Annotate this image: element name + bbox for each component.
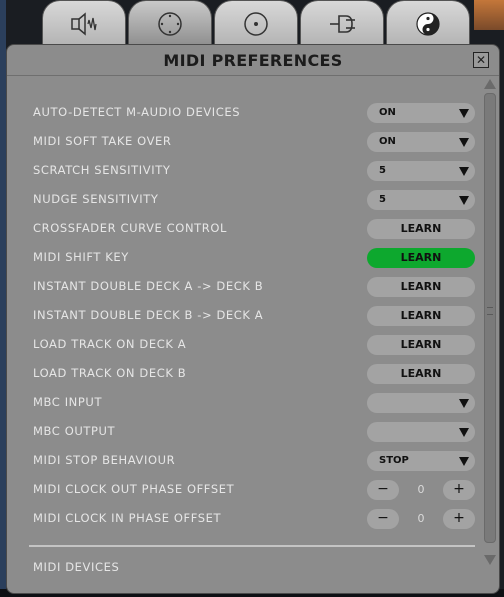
setting-label: MBC INPUT: [33, 395, 103, 409]
tab-deck[interactable]: [128, 0, 212, 46]
setting-row: MIDI STOP BEHAVIOUR STOP: [7, 447, 477, 476]
setting-row: AUTO-DETECT M-AUDIO DEVICES ON: [7, 99, 477, 128]
setting-row: NUDGE SENSITIVITY 5: [7, 186, 477, 215]
learn-button[interactable]: LEARN: [367, 335, 475, 355]
dropdown-arrow-icon: [459, 138, 469, 147]
close-button[interactable]: ✕: [473, 52, 489, 68]
tab-audio[interactable]: [42, 0, 126, 46]
setting-row: CROSSFADER CURVE CONTROL LEARN: [7, 215, 477, 244]
scroll-track[interactable]: [484, 93, 496, 543]
dropdown-value: ON: [379, 107, 396, 118]
setting-dropdown[interactable]: 5: [367, 161, 475, 181]
setting-row: MBC OUTPUT: [7, 418, 477, 447]
setting-row: MIDI CLOCK IN PHASE OFFSET − 0 +: [7, 505, 477, 534]
disc-icon: [244, 11, 268, 36]
stepper-value: 0: [417, 483, 425, 496]
scroll-down-icon[interactable]: [484, 555, 496, 565]
dropdown-arrow-icon: [459, 399, 469, 408]
setting-row: MIDI SHIFT KEY LEARN: [7, 244, 477, 273]
setting-row: LOAD TRACK ON DECK B LEARN: [7, 360, 477, 389]
setting-label: AUTO-DETECT M-AUDIO DEVICES: [33, 105, 241, 119]
setting-dropdown[interactable]: STOP: [367, 451, 475, 471]
setting-label: INSTANT DOUBLE DECK A -> DECK B: [33, 279, 264, 293]
setting-dropdown[interactable]: ON: [367, 103, 475, 123]
tab-bar: [42, 0, 470, 46]
scroll-thumb-grip[interactable]: [487, 307, 493, 315]
settings-list: AUTO-DETECT M-AUDIO DEVICES ON MIDI SOFT T…: [7, 99, 477, 534]
background-corner: [474, 0, 504, 30]
learn-button[interactable]: LEARN: [367, 306, 475, 326]
scrollbar[interactable]: [483, 77, 497, 577]
setting-label: LOAD TRACK ON DECK A: [33, 337, 187, 351]
setting-dropdown[interactable]: 5: [367, 190, 475, 210]
section-divider: [29, 545, 475, 547]
increment-button[interactable]: +: [443, 480, 475, 500]
scroll-up-icon[interactable]: [484, 79, 496, 89]
plug-icon: [330, 14, 355, 33]
setting-label: MIDI CLOCK IN PHASE OFFSET: [33, 511, 222, 525]
stepper-value: 0: [417, 512, 425, 525]
learn-button[interactable]: LEARN: [367, 248, 475, 268]
setting-label: SCRATCH SENSITIVITY: [33, 163, 171, 177]
dropdown-arrow-icon: [459, 457, 469, 466]
offset-stepper: − 0 +: [367, 480, 475, 500]
setting-label: CROSSFADER CURVE CONTROL: [33, 221, 228, 235]
setting-label: NUDGE SENSITIVITY: [33, 192, 159, 206]
setting-row: MIDI CLOCK OUT PHASE OFFSET − 0 +: [7, 476, 477, 505]
yin-yang-icon: [416, 11, 440, 36]
learn-button[interactable]: LEARN: [367, 364, 475, 384]
tab-yinyang[interactable]: [386, 0, 470, 46]
setting-row: LOAD TRACK ON DECK A LEARN: [7, 331, 477, 360]
tab-plug[interactable]: [300, 0, 384, 46]
setting-label: INSTANT DOUBLE DECK B -> DECK A: [33, 308, 264, 322]
dropdown-value: 5: [379, 194, 386, 205]
learn-button[interactable]: LEARN: [367, 277, 475, 297]
setting-label: MIDI SOFT TAKE OVER: [33, 134, 172, 148]
setting-dropdown[interactable]: [367, 393, 475, 413]
setting-row: MBC INPUT: [7, 389, 477, 418]
audio-waveform-icon: [71, 11, 97, 36]
learn-button[interactable]: LEARN: [367, 219, 475, 239]
setting-dropdown[interactable]: [367, 422, 475, 442]
decrement-button[interactable]: −: [367, 480, 399, 500]
tab-disc[interactable]: [214, 0, 298, 46]
dropdown-arrow-icon: [459, 167, 469, 176]
setting-label: MBC OUTPUT: [33, 424, 116, 438]
offset-stepper: − 0 +: [367, 509, 475, 529]
dropdown-value: ON: [379, 136, 396, 147]
close-icon: ✕: [475, 53, 487, 67]
setting-label: MIDI CLOCK OUT PHASE OFFSET: [33, 482, 235, 496]
setting-label: MIDI STOP BEHAVIOUR: [33, 453, 176, 467]
setting-row: INSTANT DOUBLE DECK A -> DECK B LEARN: [7, 273, 477, 302]
page-title: MIDI PREFERENCES: [163, 51, 343, 70]
title-divider: [7, 75, 499, 76]
dropdown-arrow-icon: [459, 109, 469, 118]
setting-row: SCRATCH SENSITIVITY 5: [7, 157, 477, 186]
decrement-button[interactable]: −: [367, 509, 399, 529]
setting-dropdown[interactable]: ON: [367, 132, 475, 152]
midi-preferences-panel: MIDI PREFERENCES ✕ AUTO-DETECT M-AUDIO D…: [6, 44, 500, 594]
dropdown-arrow-icon: [459, 196, 469, 205]
dropdown-arrow-icon: [459, 428, 469, 437]
dropdown-value: 5: [379, 165, 386, 176]
setting-label: LOAD TRACK ON DECK B: [33, 366, 187, 380]
setting-row: MIDI SOFT TAKE OVER ON: [7, 128, 477, 157]
setting-row: INSTANT DOUBLE DECK B -> DECK A LEARN: [7, 302, 477, 331]
increment-button[interactable]: +: [443, 509, 475, 529]
midi-devices-section[interactable]: MIDI DEVICES: [33, 560, 119, 574]
dropdown-value: STOP: [379, 455, 409, 466]
deck-controls-icon: [158, 11, 182, 36]
setting-label: MIDI SHIFT KEY: [33, 250, 129, 264]
